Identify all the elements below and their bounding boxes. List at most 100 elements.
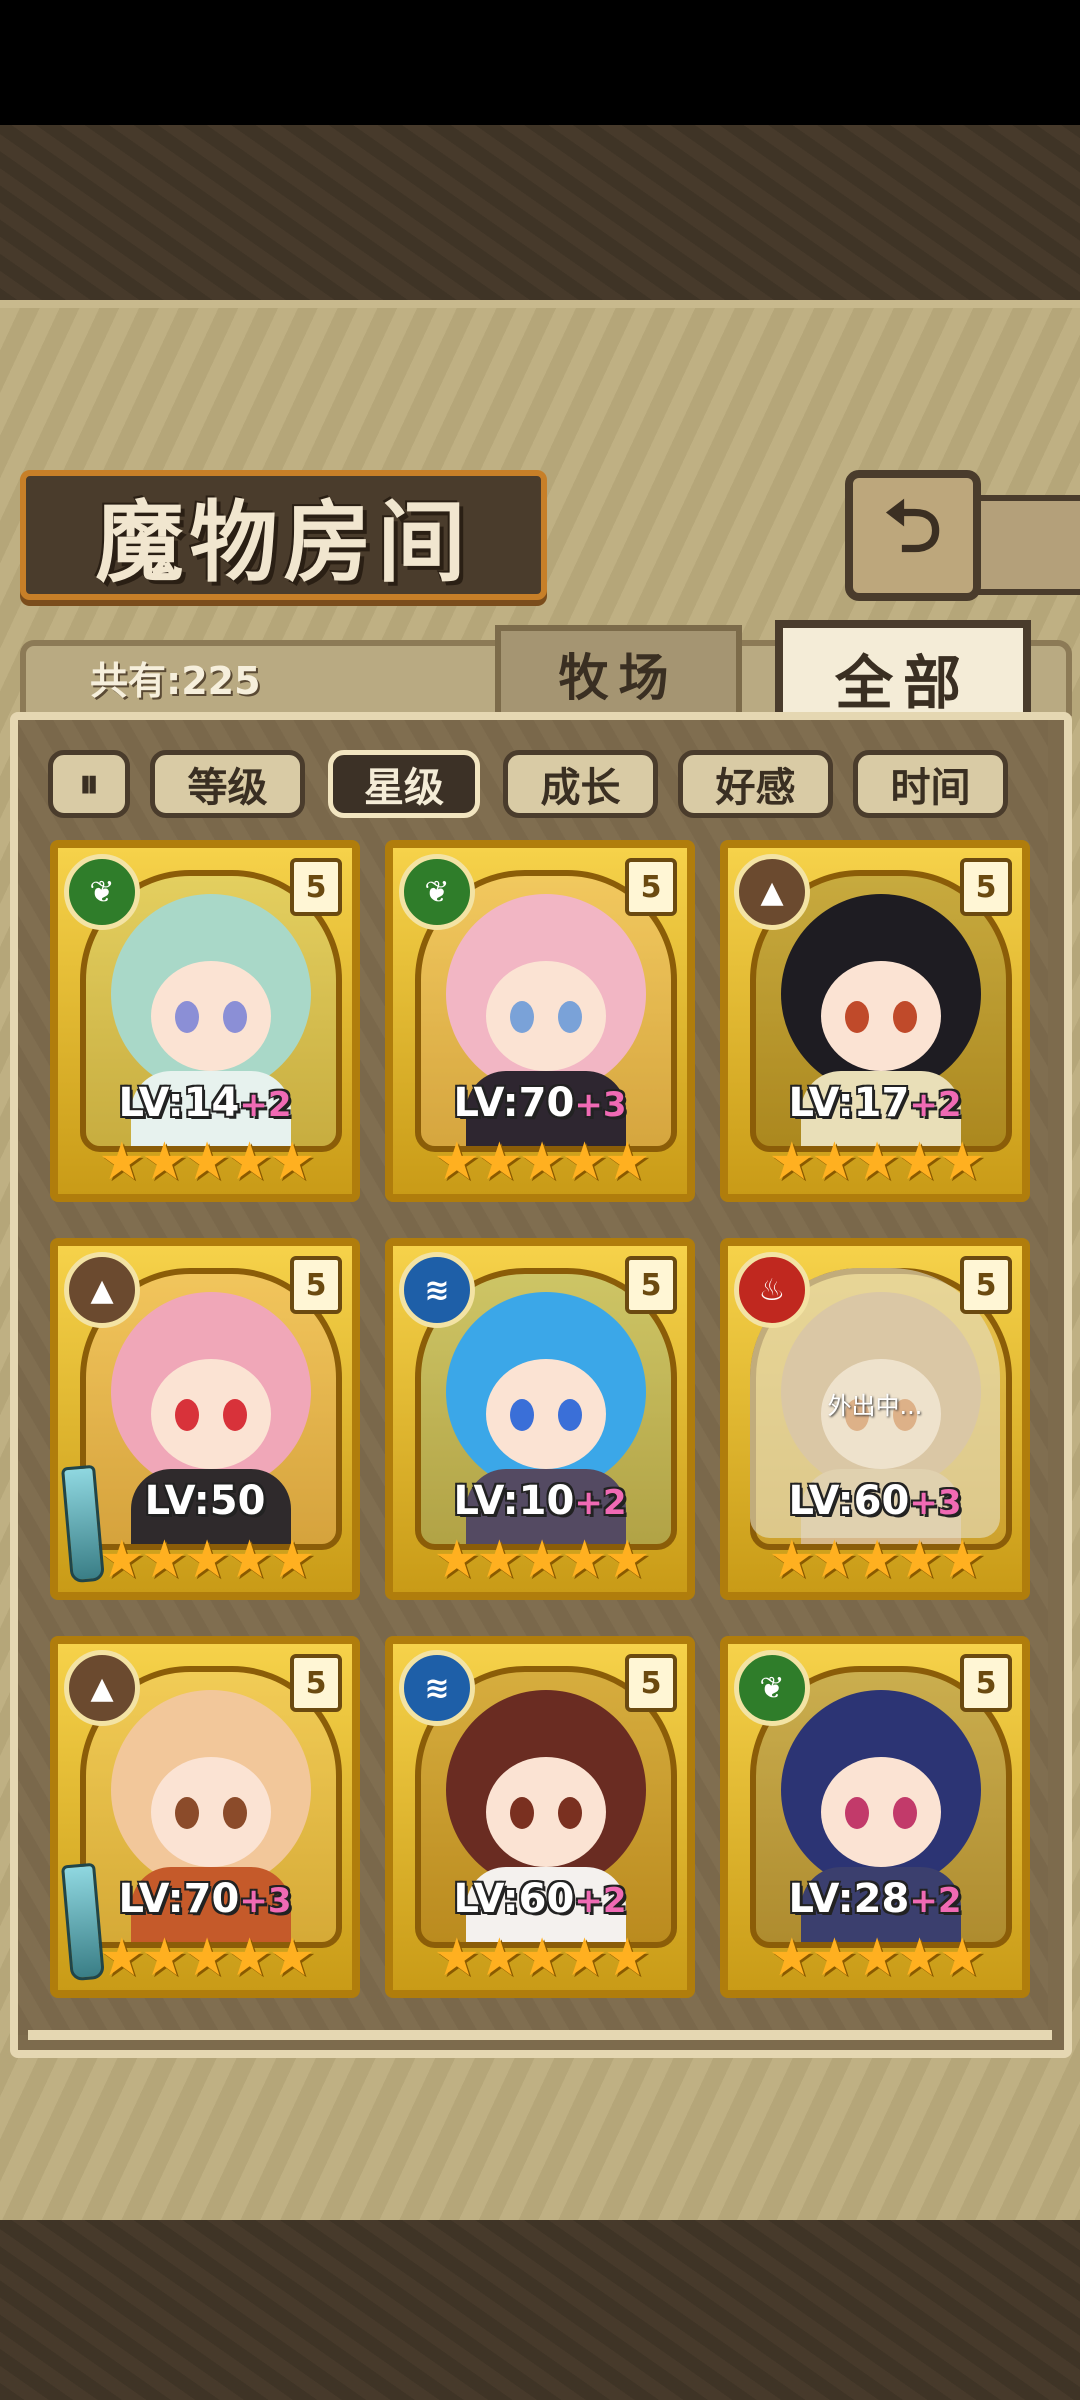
sort-star-button[interactable]: 星级 — [328, 750, 480, 818]
monster-card[interactable]: ♨ 5 LV:60+3 ★★★★★ 外出中... — [720, 1238, 1030, 1600]
total-count: 共有:225 — [90, 659, 261, 703]
portrait-face — [151, 961, 271, 1071]
level-label: LV:50 — [58, 1478, 352, 1524]
rank-badge: 5 — [290, 1654, 342, 1712]
level-value: LV:70 — [453, 1080, 575, 1126]
portrait-face — [151, 1757, 271, 1867]
level-value: LV:60 — [788, 1478, 910, 1524]
status-bar — [0, 0, 1080, 125]
monster-card[interactable]: ≋ 5 LV:60+2 ★★★★★ — [385, 1636, 695, 1998]
level-bonus: +3 — [239, 1881, 292, 1921]
level-value: LV:28 — [788, 1876, 910, 1922]
sort-level-button[interactable]: 等级 — [150, 750, 305, 818]
earth-element-icon: ▲ — [64, 1650, 140, 1726]
tab-ranch[interactable]: 牧场 — [495, 625, 742, 716]
portrait-eye — [175, 1399, 199, 1431]
rank-badge: 5 — [960, 1256, 1012, 1314]
star-rating: ★★★★★ — [433, 1928, 650, 1988]
map-background-top — [0, 125, 1080, 305]
portrait-eye — [510, 1797, 534, 1829]
portrait-face — [821, 961, 941, 1071]
rank-badge: 5 — [960, 858, 1012, 916]
map-background-bottom — [0, 2220, 1080, 2400]
star-rating: ★★★★★ — [433, 1530, 650, 1590]
level-bonus: +2 — [239, 1085, 292, 1125]
sort-growth-button[interactable]: 成长 — [503, 750, 658, 818]
rank-badge: 5 — [290, 1256, 342, 1314]
rank-badge: 5 — [960, 1654, 1012, 1712]
portrait-eye — [845, 1797, 869, 1829]
portrait-eye — [558, 1001, 582, 1033]
fire-element-icon: ♨ — [734, 1252, 810, 1328]
level-value: LV:10 — [453, 1478, 575, 1524]
portrait-eye — [893, 1001, 917, 1033]
monster-card[interactable]: ▲ 5 LV:50 ★★★★★ — [50, 1238, 360, 1600]
monster-card[interactable]: ❦ 5 LV:28+2 ★★★★★ — [720, 1636, 1030, 1998]
back-arrow-icon: ⮌ — [884, 483, 942, 568]
level-value: LV:14 — [118, 1080, 240, 1126]
level-label: LV:14+2 — [58, 1080, 352, 1126]
level-label: LV:60+2 — [393, 1876, 687, 1922]
portrait-eye — [223, 1399, 247, 1431]
earth-element-icon: ▲ — [734, 854, 810, 930]
away-status: 外出中... — [827, 1392, 923, 1420]
star-rating: ★★★★★ — [768, 1530, 985, 1590]
portrait-eye — [223, 1797, 247, 1829]
header-strip — [965, 495, 1080, 595]
leaf-element-icon: ❦ — [734, 1650, 810, 1726]
title-banner: 魔物房间 — [20, 470, 547, 600]
portrait-eye — [893, 1797, 917, 1829]
level-label: LV:70+3 — [58, 1876, 352, 1922]
leaf-element-icon: ❦ — [399, 854, 475, 930]
portrait-eye — [845, 1001, 869, 1033]
level-label: LV:60+3 — [728, 1478, 1022, 1524]
portrait-eye — [510, 1001, 534, 1033]
level-value: LV:60 — [453, 1876, 575, 1922]
level-bonus: +2 — [574, 1881, 627, 1921]
portrait-eye — [558, 1399, 582, 1431]
portrait-eye — [175, 1001, 199, 1033]
level-label: LV:70+3 — [393, 1080, 687, 1126]
level-value: LV:50 — [144, 1478, 266, 1524]
star-rating: ★★★★★ — [768, 1928, 985, 1988]
portrait-face — [486, 1757, 606, 1867]
star-rating: ★★★★★ — [433, 1132, 650, 1192]
level-bonus: +2 — [909, 1881, 962, 1921]
portrait-eye — [223, 1001, 247, 1033]
rank-badge: 5 — [625, 1256, 677, 1314]
monster-card[interactable]: ≋ 5 LV:10+2 ★★★★★ — [385, 1238, 695, 1600]
monster-card[interactable]: ▲ 5 LV:17+2 ★★★★★ — [720, 840, 1030, 1202]
sort-time-button[interactable]: 时间 — [853, 750, 1008, 818]
water-element-icon: ≋ — [399, 1650, 475, 1726]
portrait-face — [151, 1359, 271, 1469]
level-bonus: +2 — [574, 1483, 627, 1523]
rank-badge: 5 — [625, 858, 677, 916]
sort-order-button[interactable]: ⏸ — [48, 750, 130, 818]
portrait-eye — [175, 1797, 199, 1829]
monster-card[interactable]: ❦ 5 LV:14+2 ★★★★★ — [50, 840, 360, 1202]
monster-card[interactable]: ❦ 5 LV:70+3 ★★★★★ — [385, 840, 695, 1202]
portrait-eye — [558, 1797, 582, 1829]
portrait-face — [821, 1757, 941, 1867]
level-bonus: +3 — [909, 1483, 962, 1523]
level-value: LV:70 — [118, 1876, 240, 1922]
leaf-element-icon: ❦ — [64, 854, 140, 930]
sort-toggle-icon: ⏸ — [79, 761, 99, 807]
star-rating: ★★★★★ — [98, 1132, 315, 1192]
level-bonus: +2 — [909, 1085, 962, 1125]
page-title: 魔物房间 — [95, 489, 472, 594]
panel-divider — [28, 2030, 1052, 2040]
portrait-eye — [510, 1399, 534, 1431]
level-value: LV:17 — [788, 1080, 910, 1126]
sort-affection-button[interactable]: 好感 — [678, 750, 833, 818]
level-label: LV:10+2 — [393, 1478, 687, 1524]
rank-badge: 5 — [625, 1654, 677, 1712]
back-button[interactable]: ⮌ — [845, 470, 981, 601]
portrait-face — [486, 1359, 606, 1469]
level-label: LV:17+2 — [728, 1080, 1022, 1126]
monster-card[interactable]: ▲ 5 LV:70+3 ★★★★★ — [50, 1636, 360, 1998]
portrait-face — [486, 961, 606, 1071]
star-rating: ★★★★★ — [768, 1132, 985, 1192]
level-label: LV:28+2 — [728, 1876, 1022, 1922]
rank-badge: 5 — [290, 858, 342, 916]
